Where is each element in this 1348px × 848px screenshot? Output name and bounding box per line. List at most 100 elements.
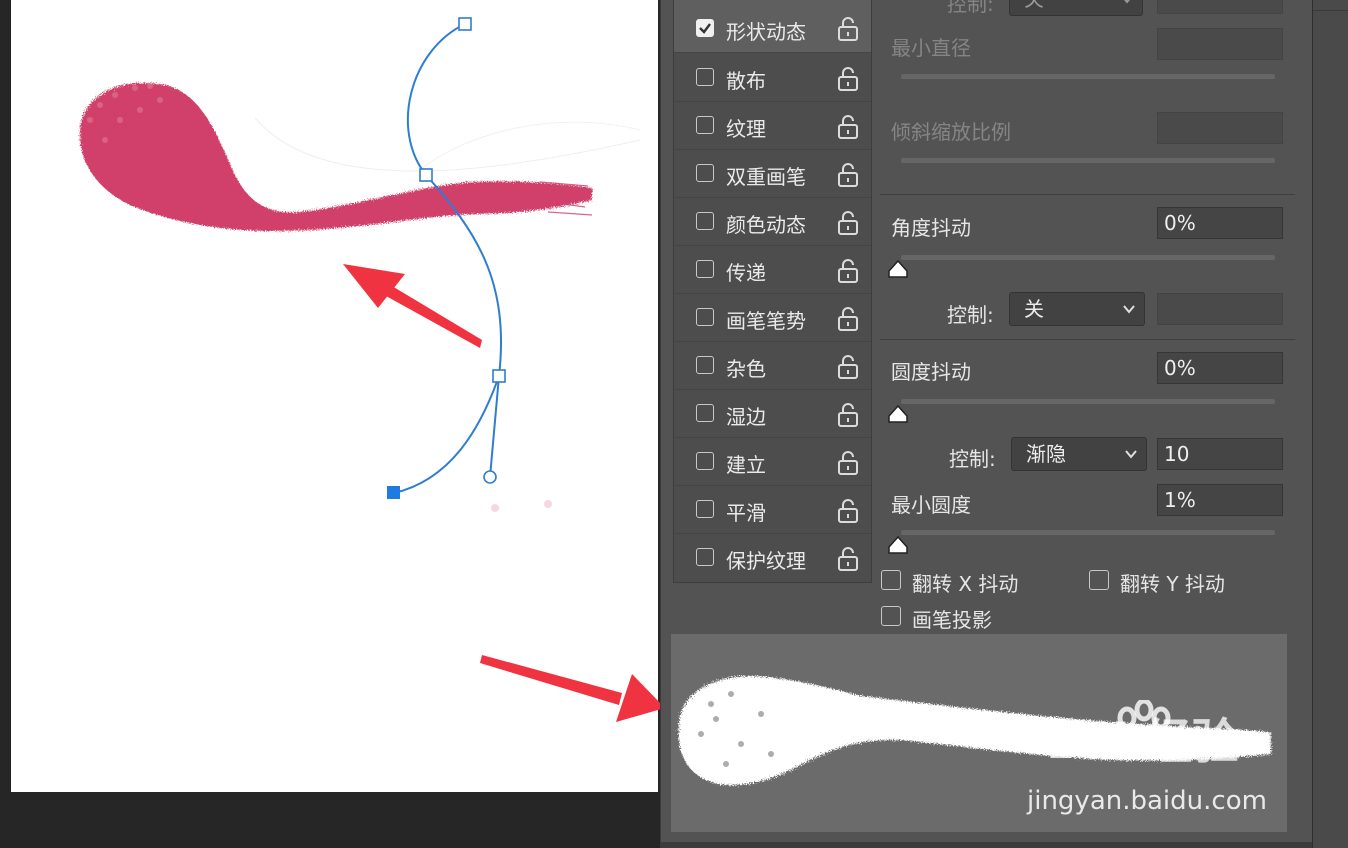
list-item-transfer[interactable]: 传递 bbox=[674, 247, 871, 294]
flip-y-checkbox[interactable] bbox=[1089, 570, 1109, 590]
checkmark-icon bbox=[699, 23, 711, 34]
list-item-label: 纹理 bbox=[726, 117, 766, 141]
checkbox[interactable] bbox=[696, 500, 714, 518]
checkbox[interactable] bbox=[696, 548, 714, 566]
list-item-brush-pose[interactable]: 画笔笔势 bbox=[674, 295, 871, 342]
watermark-url: jingyan.baidu.com bbox=[1027, 786, 1267, 816]
lock-icon[interactable] bbox=[836, 402, 860, 428]
flip-y-label: 翻转 Y 抖动 bbox=[1120, 572, 1225, 596]
right-toolbar-strip bbox=[1312, 0, 1348, 848]
angle-control-value: 关 bbox=[1024, 297, 1044, 321]
list-item-label: 颜色动态 bbox=[726, 213, 806, 237]
list-item-label: 湿边 bbox=[726, 405, 766, 429]
checkbox[interactable] bbox=[696, 68, 714, 86]
canvas-area bbox=[0, 0, 660, 848]
brush-stroke-preview: Bai 经验 jingyan.baidu.com bbox=[671, 634, 1287, 832]
list-item-wet-edges[interactable]: 湿边 bbox=[674, 391, 871, 438]
roundness-jitter-label: 圆度抖动 bbox=[891, 360, 971, 384]
lock-icon[interactable] bbox=[836, 450, 860, 476]
brush-options-list: 形状动态 散布 纹理 双重画笔 颜色动态 传递 画笔笔势 杂色 湿边 建立 平滑… bbox=[673, 0, 872, 583]
list-item-shape-dynamics[interactable]: 形状动态 bbox=[674, 0, 871, 53]
list-item-label: 建立 bbox=[726, 453, 766, 477]
slider-thumb-icon[interactable] bbox=[887, 535, 909, 555]
list-item-label: 双重画笔 bbox=[726, 165, 806, 189]
checkbox[interactable] bbox=[696, 452, 714, 470]
checkbox[interactable] bbox=[696, 356, 714, 374]
pen-anchor-icon bbox=[419, 168, 433, 182]
min-roundness-label: 最小圆度 bbox=[891, 493, 971, 517]
angle-jitter-slider[interactable] bbox=[901, 255, 1275, 260]
brush-settings-panel: 形状动态 散布 纹理 双重画笔 颜色动态 传递 画笔笔势 杂色 湿边 建立 平滑… bbox=[660, 0, 1313, 848]
divider bbox=[1313, 10, 1348, 11]
flip-x-label: 翻转 X 抖动 bbox=[912, 572, 1019, 596]
tilt-scale-slider bbox=[901, 158, 1275, 163]
lock-icon[interactable] bbox=[836, 114, 860, 140]
watermark-logo: Bai 经验 bbox=[1046, 714, 1239, 770]
slider-thumb-icon[interactable] bbox=[887, 404, 909, 424]
min-diameter-slider bbox=[901, 74, 1275, 79]
lock-icon[interactable] bbox=[836, 66, 860, 92]
min-roundness-field[interactable]: 1% bbox=[1157, 484, 1283, 516]
list-item-label: 平滑 bbox=[726, 501, 766, 525]
panel-bottom-bar bbox=[661, 842, 1313, 848]
list-item-texture[interactable]: 纹理 bbox=[674, 103, 871, 150]
divider bbox=[880, 194, 1295, 195]
pen-anchor-icon bbox=[492, 369, 506, 383]
min-roundness-slider[interactable] bbox=[901, 530, 1275, 535]
checkbox[interactable] bbox=[696, 260, 714, 278]
canvas-artwork bbox=[79, 17, 660, 722]
list-item-label: 散布 bbox=[726, 69, 766, 93]
arrow-annotation-icon bbox=[480, 655, 660, 722]
list-item-label: 画笔笔势 bbox=[726, 309, 806, 333]
list-item-protect-texture[interactable]: 保护纹理 bbox=[674, 535, 871, 582]
control-dropdown-value: 关 bbox=[1024, 0, 1044, 11]
chevron-down-icon bbox=[1124, 0, 1130, 4]
fade-steps-field[interactable]: 10 bbox=[1157, 438, 1283, 470]
lock-icon[interactable] bbox=[836, 210, 860, 236]
list-item-label: 形状动态 bbox=[726, 20, 806, 44]
roundness-jitter-field[interactable]: 0% bbox=[1157, 352, 1283, 384]
checkbox[interactable] bbox=[696, 19, 714, 37]
lock-icon[interactable] bbox=[836, 498, 860, 524]
lock-icon[interactable] bbox=[836, 258, 860, 284]
list-item-color-dynamics[interactable]: 颜色动态 bbox=[674, 199, 871, 246]
lock-icon[interactable] bbox=[836, 16, 860, 42]
lock-icon[interactable] bbox=[836, 354, 860, 380]
tilt-scale-label: 倾斜缩放比例 bbox=[891, 120, 1011, 144]
list-item-smoothing[interactable]: 平滑 bbox=[674, 487, 871, 534]
arrow-annotation-icon bbox=[343, 264, 482, 348]
chevron-down-icon bbox=[1125, 450, 1137, 459]
list-item-noise[interactable]: 杂色 bbox=[674, 343, 871, 390]
angle-control-dropdown[interactable]: 关 bbox=[1009, 292, 1145, 326]
checkbox[interactable] bbox=[696, 308, 714, 326]
lock-icon[interactable] bbox=[836, 546, 860, 572]
brush-stroke bbox=[79, 82, 592, 232]
checkbox[interactable] bbox=[696, 164, 714, 182]
min-diameter-field bbox=[1157, 28, 1283, 60]
control-extra-field bbox=[1157, 0, 1283, 14]
lock-icon[interactable] bbox=[836, 162, 860, 188]
flip-x-checkbox[interactable] bbox=[881, 570, 901, 590]
pen-handle-icon bbox=[483, 470, 497, 484]
checkbox[interactable] bbox=[696, 212, 714, 230]
brush-projection-checkbox[interactable] bbox=[881, 606, 901, 626]
list-item-dual-brush[interactable]: 双重画笔 bbox=[674, 151, 871, 198]
brush-projection-label: 画笔投影 bbox=[912, 608, 992, 632]
angle-control-label: 控制: bbox=[947, 303, 994, 327]
list-item-scattering[interactable]: 散布 bbox=[674, 55, 871, 102]
control-dropdown[interactable]: 关 bbox=[1009, 0, 1143, 16]
slider-thumb-icon[interactable] bbox=[887, 259, 909, 279]
lock-icon[interactable] bbox=[836, 306, 860, 332]
pen-path[interactable] bbox=[387, 17, 506, 499]
list-item-label: 传递 bbox=[726, 261, 766, 285]
roundness-control-dropdown[interactable]: 渐隐 bbox=[1011, 437, 1147, 471]
pen-anchor-icon bbox=[387, 486, 400, 499]
angle-jitter-field[interactable]: 0% bbox=[1157, 207, 1283, 239]
angle-jitter-label: 角度抖动 bbox=[891, 216, 971, 240]
checkbox[interactable] bbox=[696, 116, 714, 134]
checkbox[interactable] bbox=[696, 404, 714, 422]
roundness-jitter-slider[interactable] bbox=[901, 399, 1275, 404]
list-item-build-up[interactable]: 建立 bbox=[674, 439, 871, 486]
roundness-control-value: 渐隐 bbox=[1026, 442, 1066, 466]
roundness-control-label: 控制: bbox=[949, 447, 996, 471]
